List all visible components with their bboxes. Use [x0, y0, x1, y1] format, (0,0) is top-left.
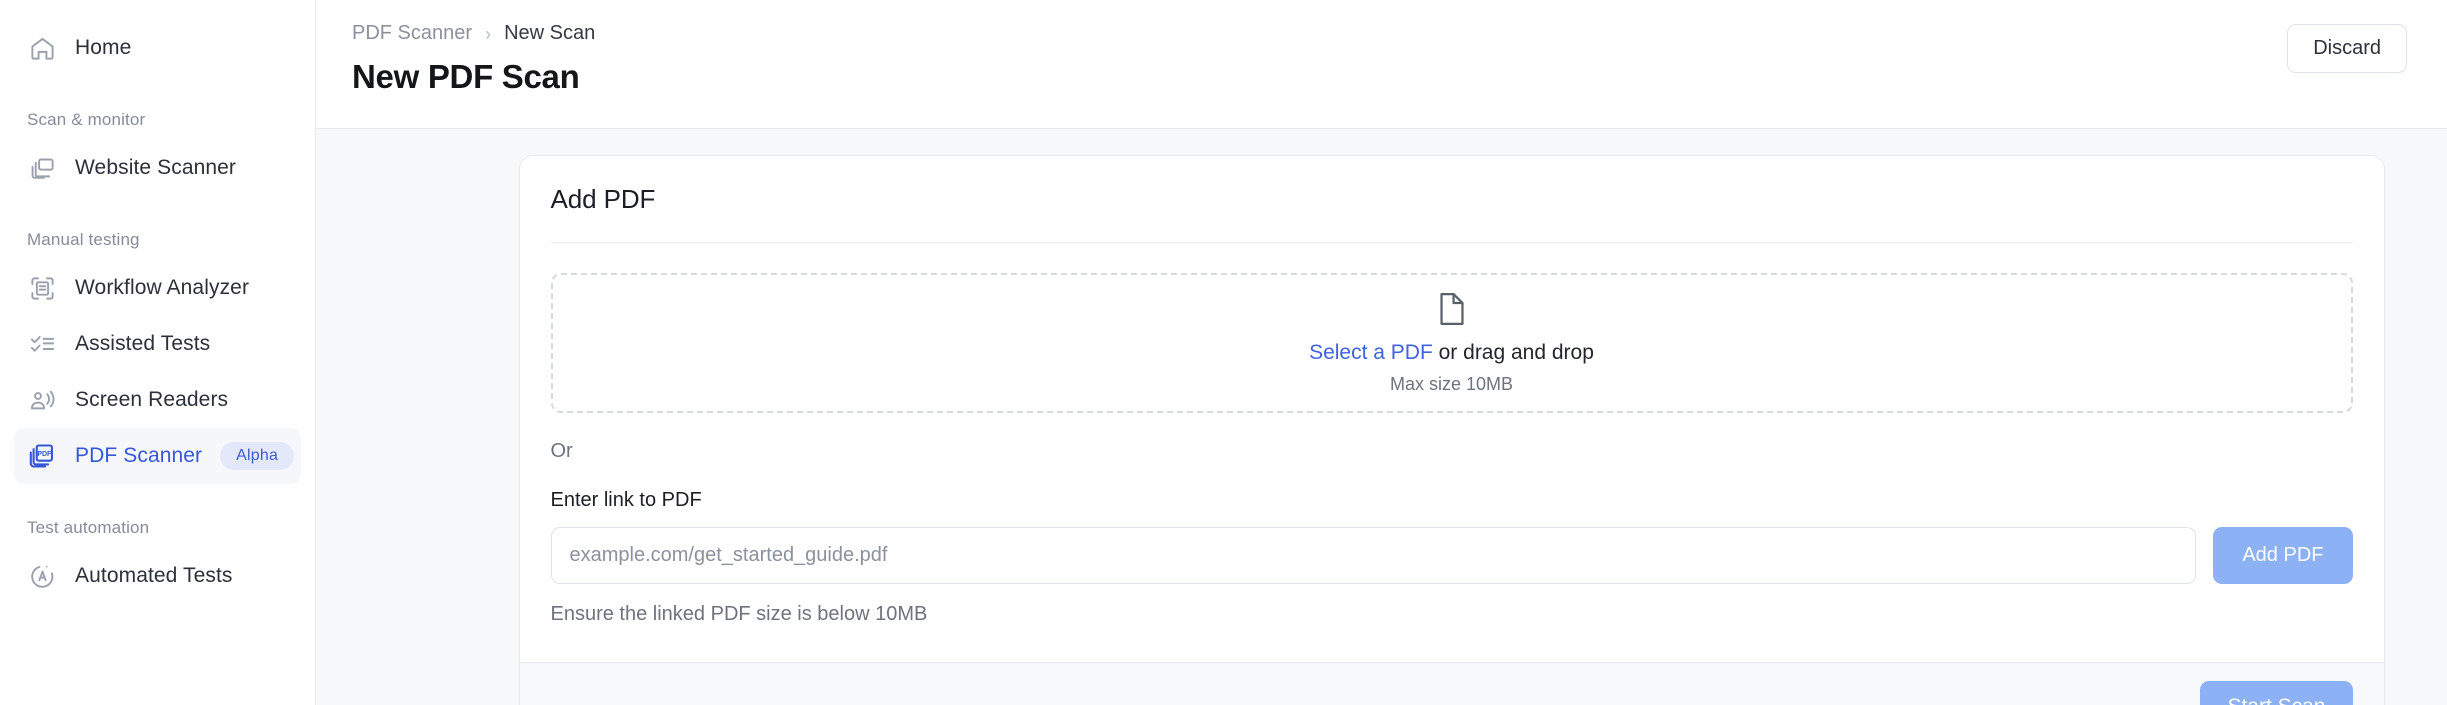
- breadcrumb: PDF Scanner › New Scan: [352, 18, 595, 45]
- breadcrumb-current: New Scan: [504, 22, 595, 45]
- sidebar-item-pdf-scanner[interactable]: PDF PDF Scanner Alpha: [14, 428, 301, 484]
- sidebar-section-label-manual-testing: Manual testing: [0, 230, 315, 250]
- status-badge-alpha: Alpha: [220, 442, 294, 470]
- sidebar-item-screen-readers[interactable]: Screen Readers: [14, 372, 301, 428]
- automation-a-icon: [27, 561, 57, 591]
- sidebar-item-label: Website Scanner: [75, 156, 236, 180]
- add-pdf-card-body: Add PDF Select a PDF or drag and drop: [520, 156, 2384, 662]
- add-pdf-button[interactable]: Add PDF: [2213, 527, 2352, 584]
- select-a-pdf-link[interactable]: Select a PDF: [1309, 341, 1433, 364]
- or-separator-text: Or: [551, 440, 2353, 463]
- sidebar-item-workflow-analyzer[interactable]: Workflow Analyzer: [14, 260, 301, 316]
- sidebar-item-label: Automated Tests: [75, 564, 233, 588]
- card-title: Add PDF: [551, 184, 2353, 215]
- sidebar-item-assisted-tests[interactable]: Assisted Tests: [14, 316, 301, 372]
- dropzone-max-size-text: Max size 10MB: [1390, 374, 1513, 395]
- svg-text:PDF: PDF: [37, 451, 52, 458]
- sidebar-section-label-test-automation: Test automation: [0, 518, 315, 538]
- scan-document-icon: [27, 273, 57, 303]
- card-footer: Start Scan: [520, 662, 2384, 705]
- card-title-divider: [551, 242, 2353, 243]
- main-area: PDF Scanner › New Scan New PDF Scan Disc…: [316, 0, 2447, 705]
- app-root: Home Scan & monitor Website Scanner Manu…: [0, 0, 2447, 705]
- sidebar: Home Scan & monitor Website Scanner Manu…: [0, 0, 316, 705]
- sidebar-item-label: Screen Readers: [75, 388, 228, 412]
- copy-window-icon: [27, 153, 57, 183]
- home-icon: [27, 33, 57, 63]
- sidebar-item-website-scanner[interactable]: Website Scanner: [14, 140, 301, 196]
- file-icon: [1437, 292, 1467, 331]
- discard-button[interactable]: Discard: [2287, 24, 2407, 73]
- link-field-label: Enter link to PDF: [551, 489, 2353, 512]
- screen-reader-icon: [27, 385, 57, 415]
- sidebar-item-label: Home: [75, 36, 131, 60]
- start-scan-button[interactable]: Start Scan: [2200, 681, 2352, 705]
- header-left: PDF Scanner › New Scan New PDF Scan: [352, 18, 595, 96]
- chevron-right-icon: ›: [485, 25, 491, 43]
- content-scroll-area: Add PDF Select a PDF or drag and drop: [316, 129, 2447, 705]
- sidebar-item-label: Assisted Tests: [75, 332, 210, 356]
- sidebar-section-label-scan-monitor: Scan & monitor: [0, 110, 315, 130]
- pdf-link-input[interactable]: [551, 527, 2197, 584]
- sidebar-item-label: PDF Scanner: [75, 444, 202, 468]
- dropzone-rest-text: or drag and drop: [1433, 341, 1594, 364]
- page-header: PDF Scanner › New Scan New PDF Scan Disc…: [316, 0, 2447, 129]
- add-pdf-card: Add PDF Select a PDF or drag and drop: [519, 155, 2385, 705]
- pdf-files-icon: PDF: [27, 441, 57, 471]
- sidebar-item-label: Workflow Analyzer: [75, 276, 249, 300]
- sidebar-item-home[interactable]: Home: [14, 20, 301, 76]
- link-size-hint: Ensure the linked PDF size is below 10MB: [551, 603, 2353, 626]
- sidebar-item-automated-tests[interactable]: Automated Tests: [14, 548, 301, 604]
- checklist-icon: [27, 329, 57, 359]
- page-title: New PDF Scan: [352, 58, 595, 96]
- link-input-row: Add PDF: [551, 527, 2353, 584]
- dropzone-primary-text: Select a PDF or drag and drop: [1309, 341, 1594, 365]
- pdf-dropzone[interactable]: Select a PDF or drag and drop Max size 1…: [551, 273, 2353, 413]
- breadcrumb-parent[interactable]: PDF Scanner: [352, 22, 472, 45]
